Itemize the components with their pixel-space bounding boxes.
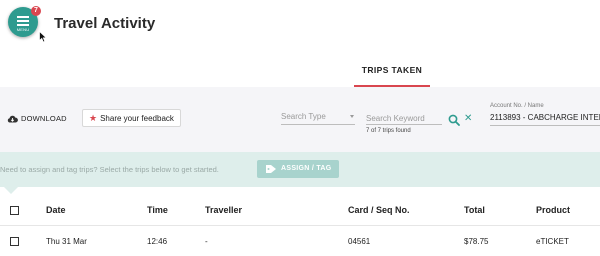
tab-bar: TRIPS TAKEN bbox=[0, 56, 600, 87]
cell-date: Thu 31 Mar bbox=[46, 237, 87, 246]
download-button[interactable]: DOWNLOAD bbox=[7, 114, 67, 123]
cell-total: $78.75 bbox=[464, 237, 489, 246]
toolbar: DOWNLOAD ★ Share your feedback Search Typ… bbox=[0, 87, 600, 152]
close-icon[interactable]: ✕ bbox=[464, 114, 472, 124]
trips-found-count: 7 of 7 trips found bbox=[366, 128, 411, 134]
assign-bar-pointer bbox=[4, 187, 18, 194]
search-keyword-input[interactable] bbox=[366, 112, 442, 125]
feedback-label: Share your feedback bbox=[100, 114, 174, 123]
cursor-arrow-icon bbox=[39, 31, 47, 43]
share-feedback-button[interactable]: ★ Share your feedback bbox=[82, 109, 181, 127]
cell-time: 12:46 bbox=[147, 237, 168, 246]
download-label: DOWNLOAD bbox=[21, 114, 67, 123]
tab-label: TRIPS TAKEN bbox=[361, 65, 423, 75]
cell-traveller: - bbox=[205, 237, 208, 246]
assign-tag-bar: Need to assign and tag trips? Select the… bbox=[0, 152, 600, 187]
cell-card-seq: 04561 bbox=[348, 237, 371, 246]
chevron-down-icon bbox=[350, 115, 354, 118]
assign-tag-label: ASSIGN / TAG bbox=[281, 165, 332, 172]
select-all-checkbox[interactable] bbox=[10, 206, 19, 215]
star-icon: ★ bbox=[89, 113, 98, 123]
table-header: Date Time Traveller Card / Seq No. Total… bbox=[0, 194, 600, 226]
cell-product: eTICKET bbox=[536, 237, 569, 246]
column-header-product[interactable]: Product bbox=[536, 205, 570, 215]
tag-icon bbox=[266, 165, 276, 173]
assign-tag-button[interactable]: ASSIGN / TAG bbox=[257, 160, 339, 178]
notification-badge[interactable]: 7 bbox=[31, 6, 41, 16]
account-label: Account No. / Name bbox=[490, 103, 544, 109]
cloud-download-icon bbox=[7, 115, 18, 123]
column-header-total[interactable]: Total bbox=[464, 205, 485, 215]
search-icon[interactable] bbox=[448, 114, 460, 126]
search-type-select[interactable]: Search Type bbox=[281, 112, 355, 125]
tab-trips-taken[interactable]: TRIPS TAKEN bbox=[354, 56, 430, 87]
column-header-time[interactable]: Time bbox=[147, 205, 168, 215]
row-checkbox[interactable] bbox=[10, 237, 19, 246]
account-select[interactable]: 2113893 - CABCHARGE INTERNATIONAL bbox=[490, 113, 600, 126]
table-row[interactable]: Thu 31 Mar 12:46 - 04561 $78.75 eTICKET bbox=[0, 226, 600, 256]
column-header-card-seq[interactable]: Card / Seq No. bbox=[348, 205, 410, 215]
top-bar: MENU 7 Travel Activity bbox=[0, 0, 600, 56]
assign-prompt: Need to assign and tag trips? Select the… bbox=[0, 165, 219, 174]
page-title: Travel Activity bbox=[54, 15, 156, 32]
column-header-date[interactable]: Date bbox=[46, 205, 66, 215]
search-type-placeholder: Search Type bbox=[281, 112, 326, 121]
column-header-traveller[interactable]: Traveller bbox=[205, 205, 242, 215]
menu-label: MENU bbox=[16, 27, 30, 32]
